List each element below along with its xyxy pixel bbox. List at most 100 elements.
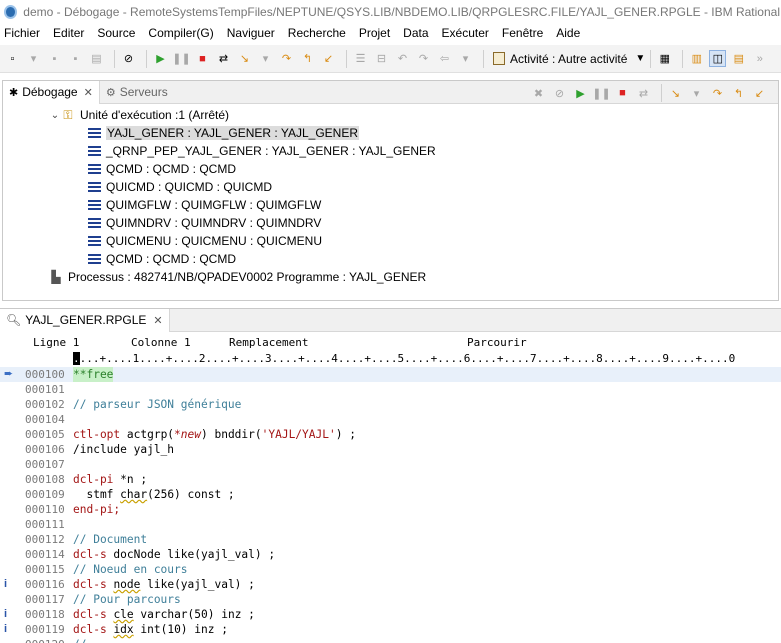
code-line[interactable]: 000114 dcl-s docNode like(yajl_val) ;	[0, 547, 781, 562]
terminate-icon[interactable]: ■	[614, 85, 631, 102]
code-line[interactable]: 000102 // parseur JSON générique	[0, 397, 781, 412]
suspend-icon[interactable]: ❚❚	[172, 50, 190, 67]
menu-editer[interactable]: Editer	[53, 26, 84, 40]
stack-frame[interactable]: YAJL_GENER : YAJL_GENER : YAJL_GENER	[3, 124, 778, 142]
line-number: 000114	[25, 548, 65, 561]
save-all-icon[interactable]: ▪	[67, 50, 84, 67]
resume-icon[interactable]: ▶	[572, 85, 589, 102]
step-return-icon[interactable]: ↰	[299, 50, 316, 67]
remove-terminated-icon[interactable]: ✖	[530, 85, 547, 102]
chevron-down-icon[interactable]: ▾	[257, 50, 274, 67]
chevron-down-icon[interactable]: ▾	[25, 50, 42, 67]
skip-breakpoints-icon[interactable]: ⊘	[120, 50, 137, 67]
line-number: 000119	[25, 623, 65, 636]
info-icon[interactable]: i	[4, 607, 14, 622]
code-line[interactable]: i 000118 dcl-s cle varchar(50) inz ;	[0, 607, 781, 622]
menu-fenetre[interactable]: Fenêtre	[502, 26, 543, 40]
thread-node[interactable]: ⌄ ⚿ Unité d'exécution :1 (Arrêté)	[3, 106, 778, 124]
menu-executer[interactable]: Exécuter	[442, 26, 489, 40]
tab-yajl-gener[interactable]: 🔍︎ YAJL_GENER.RPGLE ✕	[0, 308, 170, 332]
code-line[interactable]: i 000119 dcl-s idx int(10) inz ;	[0, 622, 781, 637]
line-text: dcl-s docNode like(yajl_val) ;	[73, 548, 276, 561]
code-line[interactable]: 000101	[0, 382, 781, 397]
info-icon[interactable]: i	[4, 577, 14, 592]
menu-naviguer[interactable]: Naviguer	[227, 26, 275, 40]
align-icon[interactable]: ☰	[352, 50, 369, 67]
step-over-icon[interactable]: ↷	[278, 50, 295, 67]
code-line[interactable]: ➨ 000100 **free	[0, 367, 781, 382]
disconnect-icon[interactable]: ⇄	[215, 50, 232, 67]
code-line[interactable]: 000112 // Document	[0, 532, 781, 547]
perspective-icon[interactable]: ▥	[688, 50, 705, 67]
close-icon[interactable]: ✕	[84, 86, 93, 99]
separator	[483, 49, 484, 68]
code-line[interactable]: 000108 dcl-pi *n ;	[0, 472, 781, 487]
suspend-icon[interactable]: ❚❚	[592, 85, 610, 102]
activity-selector[interactable]: Activité : Autre activité ▼	[493, 52, 645, 66]
code-line[interactable]: 000117 // Pour parcours	[0, 592, 781, 607]
code-line[interactable]: 000107	[0, 457, 781, 472]
step-into-icon[interactable]: ↘	[236, 50, 253, 67]
process-label: Processus : 482741/NB/QPADEV0002 Program…	[68, 270, 427, 284]
stack-frame[interactable]: QUIMGFLW : QUIMGFLW : QUIMGFLW	[3, 196, 778, 214]
resume-icon[interactable]: ▶	[152, 50, 169, 67]
stack-frame[interactable]: QCMD : QCMD : QCMD	[3, 250, 778, 268]
chevron-down-icon[interactable]: ▾	[457, 50, 474, 67]
menu-source[interactable]: Source	[97, 26, 135, 40]
line-number: 000108	[25, 473, 65, 486]
new-icon[interactable]: ▫	[4, 50, 21, 67]
forward-icon[interactable]: ↷	[415, 50, 432, 67]
code-line[interactable]: 000109 stmf char(256) const ;	[0, 487, 781, 502]
print-icon[interactable]: ▤	[88, 50, 105, 67]
step-over-icon[interactable]: ↷	[709, 85, 726, 102]
code-line[interactable]: 000115 // Noeud en cours	[0, 562, 781, 577]
tab-debug[interactable]: ✱ Débogage ✕	[3, 80, 100, 104]
skip-icon[interactable]: ⊘	[551, 85, 568, 102]
tab-servers[interactable]: ⚙ Serveurs	[100, 81, 174, 104]
more-icon[interactable]: »	[751, 50, 768, 67]
drop-to-frame-icon[interactable]: ↙	[320, 50, 337, 67]
tab-servers-label: Serveurs	[119, 85, 168, 99]
debug-perspective-icon[interactable]: ◫	[709, 50, 727, 67]
stack-frame[interactable]: QUIMNDRV : QUIMNDRV : QUIMNDRV	[3, 214, 778, 232]
menu-compiler[interactable]: Compiler(G)	[148, 26, 213, 40]
menu-aide[interactable]: Aide	[556, 26, 580, 40]
disconnect-icon[interactable]: ⇄	[635, 85, 652, 102]
code-line[interactable]: i 000116 dcl-s node like(yajl_val) ;	[0, 577, 781, 592]
line-text: dcl-s node like(yajl_val) ;	[73, 578, 255, 591]
code-area[interactable]: ➨ 000100 **free 000101 000102 // parseur…	[0, 367, 781, 643]
tasks-perspective-icon[interactable]: ▤	[730, 50, 747, 67]
stack-frame[interactable]: QUICMD : QUICMD : QUICMD	[3, 178, 778, 196]
editor-tab-label: YAJL_GENER.RPGLE	[25, 313, 147, 327]
close-icon[interactable]: ✕	[153, 314, 162, 327]
stack-frame[interactable]: QUICMENU : QUICMENU : QUICMENU	[3, 232, 778, 250]
menu-recherche[interactable]: Recherche	[288, 26, 346, 40]
code-line[interactable]: 000120 // ...	[0, 637, 781, 643]
drop-to-frame-icon[interactable]: ↙	[751, 85, 768, 102]
info-icon[interactable]: i	[4, 622, 14, 637]
filter-icon[interactable]: ⊟	[373, 50, 390, 67]
code-line[interactable]: 000105 ctl-opt actgrp(*new) bnddir('YAJL…	[0, 427, 781, 442]
process-node[interactable]: ▙ Processus : 482741/NB/QPADEV0002 Progr…	[3, 268, 778, 286]
stack-frame[interactable]: _QRNP_PEP_YAJL_GENER : YAJL_GENER : YAJL…	[3, 142, 778, 160]
code-line[interactable]: 000110 end-pi;	[0, 502, 781, 517]
stack-frame[interactable]: QCMD : QCMD : QCMD	[3, 160, 778, 178]
back-icon[interactable]: ↶	[394, 50, 411, 67]
step-return-icon[interactable]: ↰	[730, 85, 747, 102]
menu-data[interactable]: Data	[403, 26, 428, 40]
servers-icon: ⚙	[105, 86, 116, 99]
code-line[interactable]: 000111	[0, 517, 781, 532]
nav-back-icon[interactable]: ⇦	[436, 50, 453, 67]
chevron-down-icon[interactable]: ⌄	[49, 110, 61, 121]
chevron-down-icon[interactable]: ▾	[688, 85, 705, 102]
code-line[interactable]: 000104	[0, 412, 781, 427]
terminate-icon[interactable]: ■	[194, 50, 211, 67]
cursor-column: Colonne 1	[131, 336, 191, 349]
code-line[interactable]: 000106 /include yajl_h	[0, 442, 781, 457]
menu-projet[interactable]: Projet	[359, 26, 390, 40]
ruler-status: Ligne 1 Colonne 1 Remplacement Parcourir	[0, 336, 781, 350]
step-into-icon[interactable]: ↘	[667, 85, 684, 102]
menu-fichier[interactable]: Fichier	[4, 26, 40, 40]
save-icon[interactable]: ▪	[46, 50, 63, 67]
task-icon[interactable]: ▦	[656, 50, 673, 67]
